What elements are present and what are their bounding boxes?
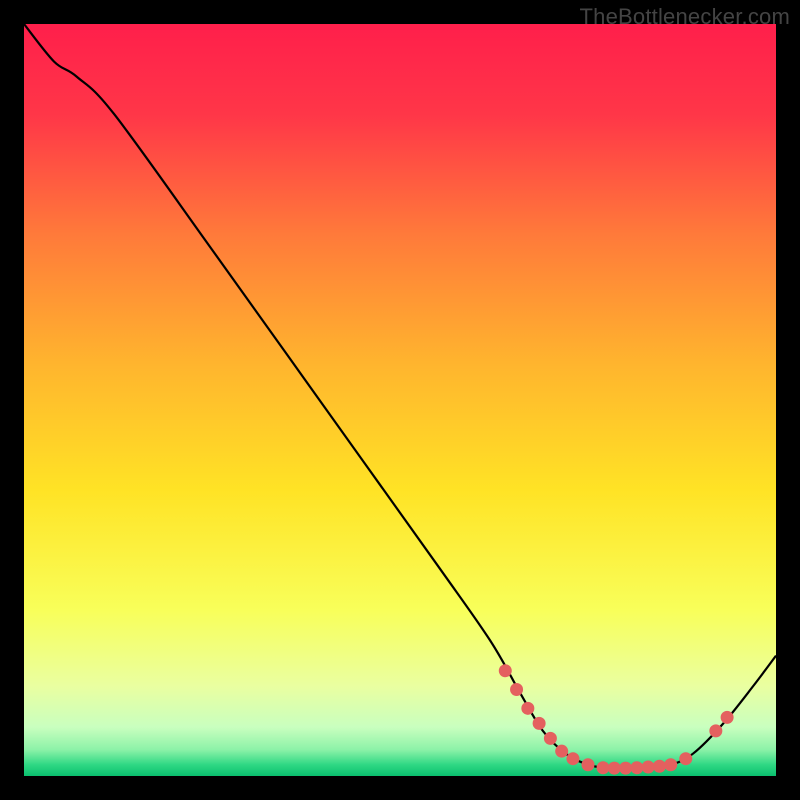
data-marker: [679, 752, 692, 765]
data-marker: [533, 717, 546, 730]
data-marker: [582, 758, 595, 771]
chart-svg: [24, 24, 776, 776]
data-marker: [597, 761, 610, 774]
data-marker: [721, 711, 734, 724]
data-marker: [642, 760, 655, 773]
data-marker: [608, 762, 621, 775]
data-marker: [619, 762, 632, 775]
data-marker: [521, 702, 534, 715]
data-marker: [510, 683, 523, 696]
data-marker: [544, 732, 557, 745]
plot-area: [24, 24, 776, 776]
data-marker: [499, 664, 512, 677]
data-marker: [555, 745, 568, 758]
gradient-background: [24, 24, 776, 776]
data-marker: [653, 760, 666, 773]
data-marker: [630, 761, 643, 774]
data-marker: [709, 724, 722, 737]
chart-container: TheBottlenecker.com: [0, 0, 800, 800]
data-marker: [566, 752, 579, 765]
data-marker: [664, 758, 677, 771]
